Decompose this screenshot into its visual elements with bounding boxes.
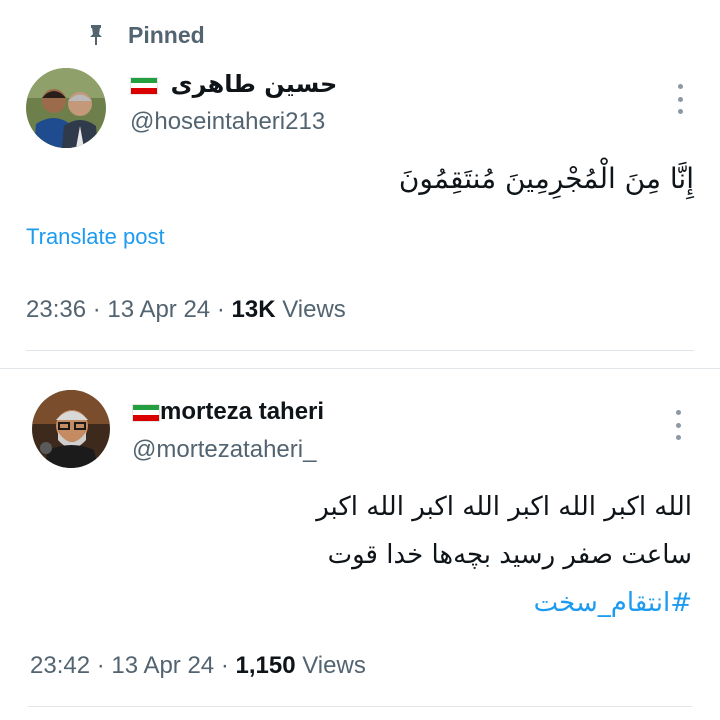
tweet1-date[interactable]: 13 Apr 24 bbox=[107, 296, 210, 323]
tweet2-handle[interactable]: @mortezataheri_ bbox=[132, 436, 316, 464]
pin-icon bbox=[90, 25, 102, 45]
pinned-label: Pinned bbox=[128, 22, 205, 48]
tweet1-handle[interactable]: @hoseintaheri213 bbox=[130, 108, 325, 136]
avatar-mortezataheri[interactable] bbox=[32, 390, 110, 468]
tweet2-views-label: Views bbox=[302, 652, 366, 679]
hashtag-link[interactable]: #انتقام_سخت bbox=[32, 588, 692, 618]
tweet2-line-2: ساعت صفر رسید بچه‌ها خدا قوت bbox=[327, 540, 692, 570]
tweet2-meta: 23:42 · 13 Apr 24 · 1,150 Views bbox=[30, 652, 366, 679]
more-options-icon[interactable] bbox=[675, 84, 685, 114]
tweet2-display-name: morteza taheri bbox=[160, 398, 325, 425]
tweet2-views-count: 1,150 bbox=[235, 652, 296, 679]
more-options-icon[interactable] bbox=[673, 410, 683, 440]
tweet1-meta: 23:36 · 13 Apr 24 · 13K Views bbox=[26, 296, 346, 323]
tweet2-line-1: الله اکبر الله اکبر الله اکبر الله اکبر bbox=[316, 492, 692, 522]
tweet2-date[interactable]: 13 Apr 24 bbox=[111, 652, 214, 679]
tweet1-views-count: 13K bbox=[231, 296, 276, 323]
tweet1-views-label: Views bbox=[282, 296, 346, 323]
divider bbox=[28, 706, 692, 707]
divider bbox=[26, 350, 694, 351]
divider bbox=[0, 368, 720, 369]
tweet1-name-row[interactable]: حسین طاهری bbox=[130, 70, 337, 99]
iran-flag-icon bbox=[130, 76, 158, 95]
tweet2-time[interactable]: 23:42 bbox=[30, 652, 90, 679]
tweet1-display-name: حسین طاهری bbox=[170, 70, 338, 98]
iran-flag-icon bbox=[132, 403, 160, 422]
avatar-hoseintaheri[interactable] bbox=[26, 68, 106, 148]
tweet1-time[interactable]: 23:36 bbox=[26, 296, 86, 323]
tweet1-text: إِنَّا مِنَ الْمُجْرِمِينَ مُنتَقِمُونَ bbox=[398, 162, 694, 195]
translate-post-link[interactable]: Translate post bbox=[26, 224, 165, 250]
tweet2-name-row[interactable]: morteza taheri bbox=[132, 398, 324, 426]
